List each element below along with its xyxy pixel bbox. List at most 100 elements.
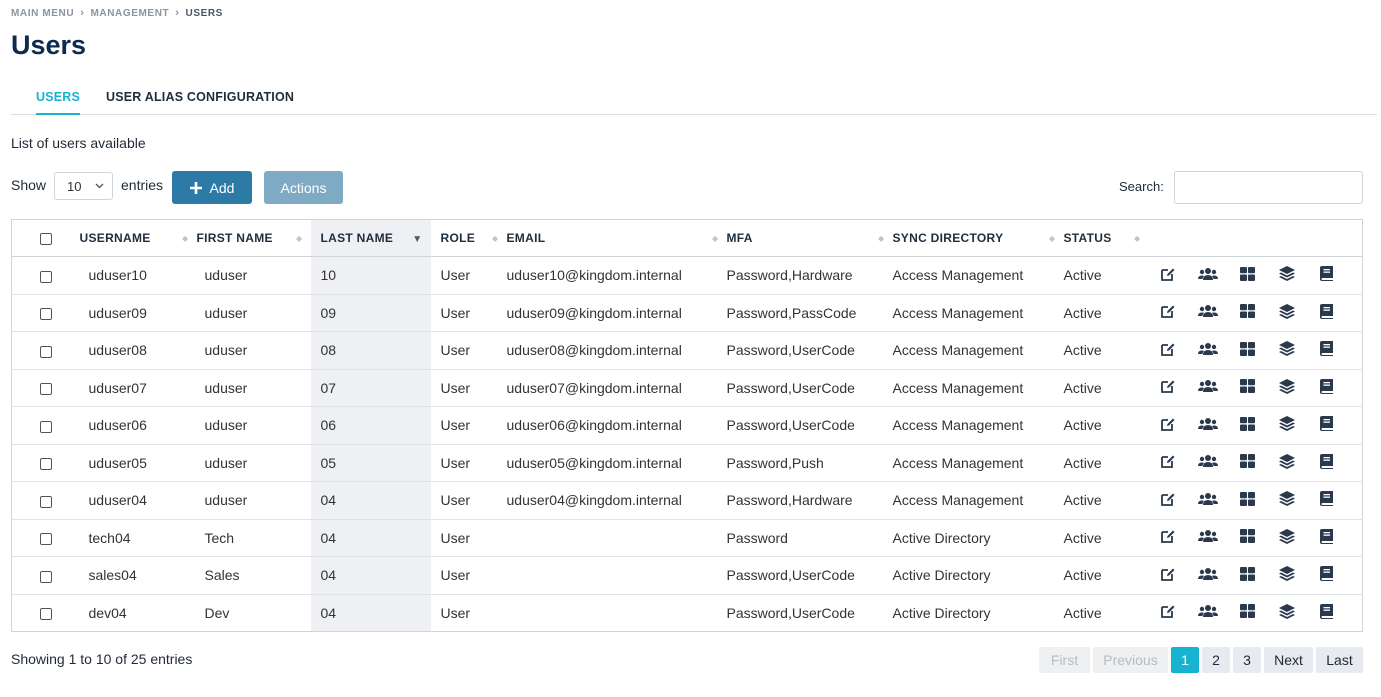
row-checkbox[interactable] bbox=[39, 495, 52, 508]
actions-button[interactable]: Actions bbox=[264, 171, 343, 204]
book-icon[interactable] bbox=[1307, 528, 1347, 547]
row-select-cell bbox=[11, 368, 80, 407]
column-header-username[interactable]: USERNAME ◆ bbox=[79, 219, 197, 257]
search-input[interactable] bbox=[1174, 171, 1363, 204]
edit-icon[interactable] bbox=[1149, 378, 1189, 397]
grid-icon[interactable] bbox=[1228, 529, 1268, 546]
row-checkbox[interactable] bbox=[39, 345, 52, 358]
pagination-previous-button[interactable]: Previous bbox=[1093, 647, 1168, 673]
cell-status: Active bbox=[1063, 518, 1149, 557]
table-row[interactable]: tech04 Tech 04 User Password Active Directory… bbox=[11, 518, 1363, 557]
users-group-icon[interactable] bbox=[1188, 492, 1228, 509]
cell-status: Active bbox=[1063, 331, 1149, 369]
table-row[interactable]: uduser04 uduser 04 User uduser04@kingdom.int… bbox=[11, 481, 1363, 519]
grid-icon[interactable] bbox=[1228, 266, 1268, 284]
grid-icon[interactable] bbox=[1228, 604, 1268, 621]
edit-icon[interactable] bbox=[1149, 303, 1189, 322]
column-header-role[interactable]: ROLE ◆ bbox=[430, 219, 507, 257]
pagination-next-button[interactable]: Next bbox=[1264, 647, 1313, 673]
pagination-page-3[interactable]: 3 bbox=[1233, 647, 1261, 673]
table-row[interactable]: sales04 Sales 04 User Password,UserCode Activ… bbox=[11, 556, 1363, 594]
layers-icon[interactable] bbox=[1267, 378, 1307, 397]
edit-icon[interactable] bbox=[1149, 453, 1189, 472]
row-checkbox[interactable] bbox=[39, 270, 52, 283]
grid-icon[interactable] bbox=[1228, 341, 1268, 359]
pagination-last-button[interactable]: Last bbox=[1316, 647, 1363, 673]
users-group-icon[interactable] bbox=[1188, 604, 1228, 621]
table-row[interactable]: uduser07 uduser 07 User uduser07@kingdom.int… bbox=[11, 368, 1363, 407]
add-user-button[interactable]: Add bbox=[172, 171, 252, 204]
tab-user-alias-configuration[interactable]: USER ALIAS CONFIGURATION bbox=[106, 90, 294, 115]
layers-icon[interactable] bbox=[1267, 453, 1307, 472]
select-all-checkbox[interactable] bbox=[39, 232, 52, 245]
row-checkbox[interactable] bbox=[39, 458, 52, 471]
row-checkbox[interactable] bbox=[39, 608, 52, 621]
grid-icon[interactable] bbox=[1228, 416, 1268, 434]
breadcrumb-users: USERS bbox=[185, 7, 223, 19]
grid-icon[interactable] bbox=[1228, 304, 1268, 321]
layers-icon[interactable] bbox=[1267, 266, 1307, 284]
breadcrumb-main-menu[interactable]: MAIN MENU bbox=[11, 8, 74, 19]
users-group-icon[interactable] bbox=[1188, 567, 1228, 584]
tab-users[interactable]: USERS bbox=[36, 90, 81, 115]
row-checkbox[interactable] bbox=[39, 383, 52, 396]
edit-icon[interactable] bbox=[1149, 491, 1189, 510]
book-icon[interactable] bbox=[1307, 453, 1347, 472]
grid-icon[interactable] bbox=[1228, 454, 1268, 471]
table-row[interactable]: uduser05 uduser 05 User uduser05@kingdom.int… bbox=[11, 443, 1363, 482]
column-header-status[interactable]: STATUS ◆ bbox=[1063, 219, 1149, 257]
column-header-sync-directory[interactable]: SYNC DIRECTORY ◆ bbox=[892, 219, 1064, 257]
table-row[interactable]: uduser10 uduser 10 User uduser10@kingdom.int… bbox=[11, 256, 1363, 294]
row-actions-cell bbox=[1148, 443, 1363, 482]
edit-icon[interactable] bbox=[1149, 566, 1189, 585]
users-group-icon[interactable] bbox=[1188, 267, 1228, 284]
book-icon[interactable] bbox=[1307, 603, 1347, 622]
grid-icon[interactable] bbox=[1228, 566, 1268, 584]
layers-icon[interactable] bbox=[1267, 603, 1307, 622]
pagination-page-2[interactable]: 2 bbox=[1202, 647, 1230, 673]
book-icon[interactable] bbox=[1307, 416, 1347, 434]
layers-icon[interactable] bbox=[1267, 303, 1307, 322]
users-group-icon[interactable] bbox=[1188, 379, 1228, 396]
users-group-icon[interactable] bbox=[1188, 454, 1228, 471]
row-checkbox[interactable] bbox=[39, 570, 52, 583]
users-table: USERNAME ◆ FIRST NAME ◆ LAST NAME ▼ ROLE… bbox=[11, 219, 1363, 632]
table-row[interactable]: uduser08 uduser 08 User uduser08@kingdom.int… bbox=[11, 331, 1363, 369]
row-checkbox[interactable] bbox=[39, 308, 52, 321]
breadcrumb-management[interactable]: MANAGEMENT bbox=[90, 8, 169, 19]
entries-select[interactable]: 10 bbox=[54, 172, 113, 200]
book-icon[interactable] bbox=[1307, 266, 1347, 284]
column-header-last-name[interactable]: LAST NAME ▼ bbox=[310, 219, 431, 257]
edit-icon[interactable] bbox=[1149, 416, 1189, 435]
column-header-email[interactable]: EMAIL ◆ bbox=[506, 219, 727, 257]
book-icon[interactable] bbox=[1307, 566, 1347, 584]
layers-icon[interactable] bbox=[1267, 491, 1307, 509]
row-checkbox[interactable] bbox=[39, 533, 52, 546]
edit-icon[interactable] bbox=[1149, 528, 1189, 547]
users-group-icon[interactable] bbox=[1188, 342, 1228, 359]
layers-icon[interactable] bbox=[1267, 528, 1307, 547]
book-icon[interactable] bbox=[1307, 378, 1347, 397]
edit-icon[interactable] bbox=[1149, 341, 1189, 360]
pagination-first-button[interactable]: First bbox=[1039, 647, 1090, 673]
layers-icon[interactable] bbox=[1267, 416, 1307, 434]
users-group-icon[interactable] bbox=[1188, 529, 1228, 546]
users-group-icon[interactable] bbox=[1188, 304, 1228, 321]
grid-icon[interactable] bbox=[1228, 379, 1268, 396]
layers-icon[interactable] bbox=[1267, 566, 1307, 584]
column-header-first-name[interactable]: FIRST NAME ◆ bbox=[196, 219, 311, 257]
book-icon[interactable] bbox=[1307, 303, 1347, 322]
book-icon[interactable] bbox=[1307, 491, 1347, 509]
table-row[interactable]: uduser09 uduser 09 User uduser09@kingdom.int… bbox=[11, 293, 1363, 332]
grid-icon[interactable] bbox=[1228, 491, 1268, 509]
table-row[interactable]: dev04 Dev 04 User Password,UserCode Active Di… bbox=[11, 593, 1363, 632]
table-row[interactable]: uduser06 uduser 06 User uduser06@kingdom.int… bbox=[11, 406, 1363, 444]
row-checkbox[interactable] bbox=[39, 420, 52, 433]
users-group-icon[interactable] bbox=[1188, 417, 1228, 434]
edit-icon[interactable] bbox=[1149, 603, 1189, 622]
edit-icon[interactable] bbox=[1149, 266, 1189, 285]
layers-icon[interactable] bbox=[1267, 341, 1307, 359]
column-header-mfa[interactable]: MFA ◆ bbox=[726, 219, 893, 257]
pagination-page-1[interactable]: 1 bbox=[1171, 647, 1199, 673]
book-icon[interactable] bbox=[1307, 341, 1347, 359]
